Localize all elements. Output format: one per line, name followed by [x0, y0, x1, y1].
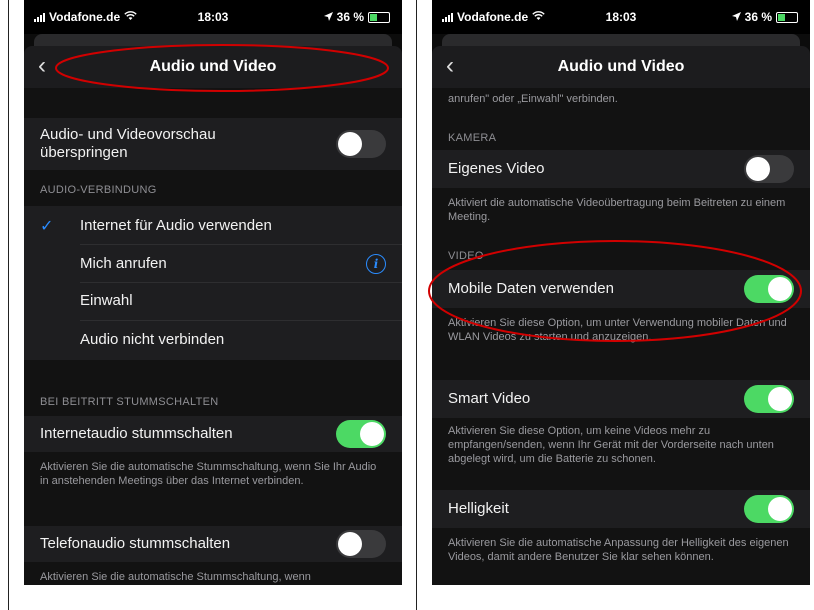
video-header: VIDEO — [448, 250, 484, 262]
skip-preview-toggle[interactable] — [336, 130, 386, 158]
toggle-knob — [338, 532, 362, 556]
smart-video-description: Aktivieren Sie diese Option, um keine Vi… — [448, 425, 774, 465]
brightness-toggle[interactable] — [744, 495, 794, 523]
nav-title: Audio und Video — [557, 58, 685, 75]
own-video-description: Aktiviert die automatische Videoübertrag… — [448, 197, 786, 223]
own-video-label: Eigenes Video — [448, 160, 545, 177]
audio-option-call-me[interactable]: Mich anrufen — [80, 255, 167, 273]
internet-audio-description: Aktivieren Sie die automatische Stummsch… — [40, 461, 377, 487]
battery-icon — [368, 11, 390, 23]
internet-audio-label: Internetaudio stummschalten — [40, 425, 233, 442]
audio-option-dial-in[interactable]: Einwahl — [80, 292, 133, 310]
phone-audio-description: Aktivieren Sie die automatische Stummsch… — [40, 571, 311, 583]
row-separator — [80, 282, 402, 283]
status-bar: Vodafone.de 18:03 36 % — [24, 0, 402, 34]
internet-audio-toggle[interactable] — [336, 420, 386, 448]
phone-audio-cell[interactable]: Telefonaudio stummschalten — [24, 526, 402, 562]
audio-options-group: ✓ Internet für Audio verwenden Mich anru… — [24, 206, 402, 360]
settings-list[interactable]: Audio- und Videovorschau überspringen AU… — [24, 88, 402, 585]
status-bar: Vodafone.de 18:03 36 % — [432, 0, 810, 34]
toggle-knob — [768, 277, 792, 301]
sheet-background — [442, 34, 800, 46]
battery-icon — [776, 11, 798, 23]
skip-preview-label: Audio- und Videovorschau überspringen — [40, 126, 216, 161]
settings-list[interactable]: anrufen" oder „Einwahl" verbinden. KAMER… — [432, 88, 810, 585]
mobile-data-cell[interactable]: Mobile Daten verwenden — [432, 270, 810, 308]
page-divider-left — [8, 0, 9, 610]
battery-percent: 36 % — [744, 10, 772, 24]
brightness-cell[interactable]: Helligkeit — [432, 490, 810, 528]
info-icon[interactable]: i — [366, 254, 386, 274]
right-phone-screen: Vodafone.de 18:03 36 % ‹ Audio und Video… — [432, 0, 810, 585]
nav-bar: ‹ Audio und Video — [24, 46, 402, 88]
left-phone-screen: Vodafone.de 18:03 36 % ‹ Audio und Video… — [24, 0, 402, 585]
audio-option-none[interactable]: Audio nicht verbinden — [80, 331, 224, 349]
toggle-knob — [360, 422, 384, 446]
internet-audio-cell[interactable]: Internetaudio stummschalten — [24, 416, 402, 452]
toggle-knob — [746, 157, 770, 181]
own-video-cell[interactable]: Eigenes Video — [432, 150, 810, 188]
nav-title: Audio und Video — [149, 58, 277, 75]
status-battery-group: 36 % — [323, 10, 390, 24]
smart-video-cell[interactable]: Smart Video — [432, 380, 810, 418]
phone-audio-label: Telefonaudio stummschalten — [40, 535, 231, 552]
mobile-data-toggle[interactable] — [744, 275, 794, 303]
mobile-data-label: Mobile Daten verwenden — [448, 280, 614, 297]
location-icon — [731, 10, 741, 24]
smart-video-toggle[interactable] — [744, 385, 794, 413]
toggle-knob — [338, 132, 362, 156]
brightness-description: Aktivieren Sie die automatische Anpassun… — [448, 537, 789, 563]
page-divider-middle — [416, 0, 417, 610]
brightness-label: Helligkeit — [448, 500, 509, 517]
audio-connection-header: AUDIO-VERBINDUNG — [40, 184, 157, 196]
camera-header: KAMERA — [448, 132, 497, 144]
mute-on-join-header: BEI BEITRITT STUMMSCHALTEN — [40, 396, 219, 408]
sheet-background — [34, 34, 392, 46]
own-video-toggle[interactable] — [744, 155, 794, 183]
mobile-data-description: Aktivieren Sie diese Option, um unter Ve… — [448, 317, 787, 343]
row-separator — [80, 244, 402, 245]
battery-percent: 36 % — [336, 10, 364, 24]
smart-video-label: Smart Video — [448, 390, 531, 407]
status-battery-group: 36 % — [731, 10, 798, 24]
row-separator — [80, 320, 402, 321]
toggle-knob — [768, 497, 792, 521]
dial-in-description-tail: anrufen" oder „Einwahl" verbinden. — [448, 93, 618, 105]
location-icon — [323, 10, 333, 24]
checkmark-icon: ✓ — [40, 218, 54, 235]
audio-option-internet[interactable]: Internet für Audio verwenden — [80, 217, 272, 235]
nav-bar: ‹ Audio und Video — [432, 46, 810, 88]
skip-preview-cell[interactable]: Audio- und Videovorschau überspringen — [24, 118, 402, 170]
phone-audio-toggle[interactable] — [336, 530, 386, 558]
toggle-knob — [768, 387, 792, 411]
